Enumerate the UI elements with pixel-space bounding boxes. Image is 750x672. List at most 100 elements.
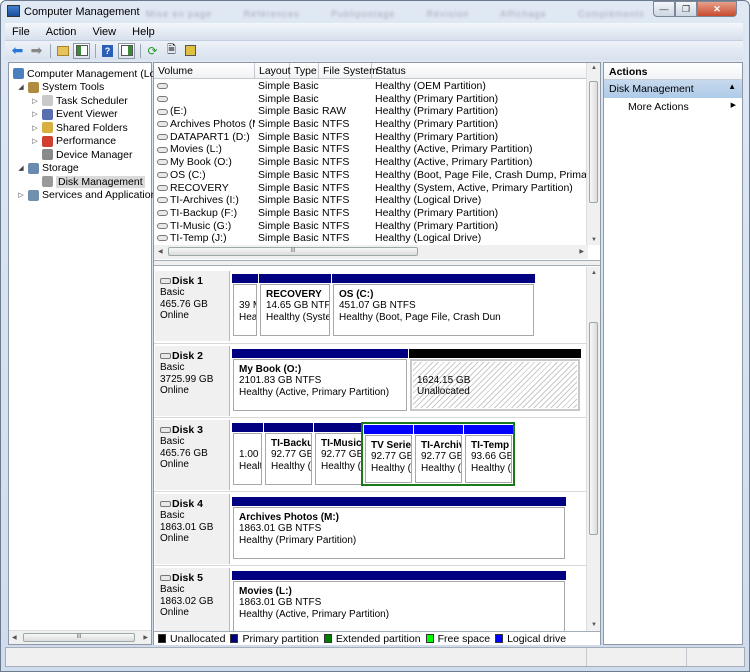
volume-row[interactable]: Archives Photos (M:)SimpleBasicNTFS Healt…: [154, 118, 588, 131]
partition-primary[interactable]: Movies (L:) 1863.01 GB NTFS Healthy (Activ…: [232, 571, 566, 631]
volume-row[interactable]: OS (C:) Simple Basic NTFS Healthy (Boot, Pag…: [154, 169, 588, 182]
tree-item-storage[interactable]: ◢ Storage: [17, 162, 78, 175]
expand-icon[interactable]: ▷: [31, 110, 39, 118]
cell-layout: Simple: [258, 181, 290, 194]
disk-info[interactable]: Disk 3 Basic 465.76 GB Online: [155, 420, 230, 490]
partition-type-bar: [332, 274, 535, 283]
column-header-layout[interactable]: Layout: [255, 63, 291, 78]
tree-item-event-viewer[interactable]: ▷ Event Viewer: [31, 108, 117, 121]
scrollbar-thumb[interactable]: III: [23, 633, 135, 642]
column-header-file-system[interactable]: File System: [319, 63, 378, 78]
scroll-up-icon[interactable]: ▲: [591, 270, 597, 276]
menu-file[interactable]: File: [5, 23, 36, 38]
expand-icon[interactable]: ▷: [31, 124, 39, 132]
help-button[interactable]: ?: [99, 43, 116, 59]
volume-row[interactable]: TI-Archives (I:) Simple Basic NTFS Healthy (…: [154, 194, 588, 207]
forward-button[interactable]: ➡: [28, 42, 45, 59]
partition-primary[interactable]: RECOVERY14.65 GB NTFSHealthy (System, Ac…: [259, 274, 331, 336]
cell-status: Healthy (OEM Partition): [375, 80, 486, 92]
scroll-left-icon[interactable]: ◀: [158, 248, 163, 255]
disk-info[interactable]: Disk 4 Basic 1863.01 GB Online: [155, 494, 230, 564]
disk-info[interactable]: Disk 5 Basic 1863.02 GB Online: [155, 568, 230, 631]
volume-drive-icon: [157, 95, 168, 102]
collapse-up-icon[interactable]: ▲: [728, 82, 736, 91]
volume-row[interactable]: TI-Music (G:) Simple Basic NTFS Healthy (Pri…: [154, 220, 588, 233]
menu-help[interactable]: Help: [125, 23, 161, 38]
column-header-type[interactable]: Type: [290, 63, 319, 78]
device-manager-icon: [42, 149, 53, 160]
actions-section-disk-management[interactable]: Disk Management ▲: [604, 80, 742, 98]
close-button[interactable]: ✕: [697, 1, 737, 17]
volume-row[interactable]: DATAPART1 (D:) Simple Basic NTFS Healthy (Pr…: [154, 131, 588, 144]
column-header-status[interactable]: Status: [372, 63, 588, 78]
tree-item-disk-management[interactable]: Disk Management: [31, 175, 145, 188]
back-button[interactable]: ⬅: [9, 42, 26, 59]
tree-item-shared-folders[interactable]: ▷ Shared Folders: [31, 121, 128, 134]
show-hide-action-pane-button[interactable]: [118, 42, 135, 59]
tree-item-computer-management-local[interactable]: Computer Management (Local: [13, 67, 169, 80]
expand-icon[interactable]: ▷: [31, 97, 39, 105]
export-list-button[interactable]: [182, 43, 199, 59]
scroll-down-icon[interactable]: ▼: [591, 622, 597, 628]
scrollbar-thumb[interactable]: [589, 81, 598, 203]
volume-row[interactable]: TI-Backup (F:) Simple Basic NTFS Healthy (Pr…: [154, 207, 588, 220]
volume-row[interactable]: TI-Temp (J:) Simple Basic NTFS Healthy (Logi…: [154, 232, 588, 245]
scroll-right-icon[interactable]: ▶: [579, 248, 584, 255]
restore-button[interactable]: ❐: [675, 1, 697, 17]
disk-info[interactable]: Disk 1 Basic 465.76 GB Online: [155, 271, 230, 341]
volume-row[interactable]: (E:) Simple Basic RAW Healthy (Primary Parti…: [154, 105, 588, 118]
show-hide-console-tree-button[interactable]: [73, 42, 90, 59]
collapse-icon[interactable]: ◢: [17, 83, 25, 91]
up-folder-button[interactable]: [54, 43, 71, 59]
disk-view-vertical-scrollbar[interactable]: ▲ ▼: [586, 267, 600, 631]
more-actions-item[interactable]: More Actions ▶: [604, 98, 742, 114]
partition-size: 1624.15 GB: [417, 375, 471, 386]
partition-primary[interactable]: TI-Backup (F:)92.77 GB NTFSHealthy (Prim…: [264, 423, 313, 485]
submenu-arrow-icon: ▶: [730, 102, 736, 109]
pane-splitter[interactable]: [154, 260, 600, 266]
cell-volume: Archives Photos (M:): [154, 118, 255, 131]
partition-unallocated[interactable]: 1624.15 GB Unallocated: [409, 349, 581, 411]
volume-row[interactable]: RECOVERY Simple Basic NTFS Healthy (System, …: [154, 182, 588, 195]
partition-status: Healthy (Boot, Page File, Crash Dun: [339, 311, 501, 323]
legend-item-primary-partition: Primary partition: [230, 633, 319, 645]
partition-primary[interactable]: 39 MBHealthy: [232, 274, 258, 336]
volume-list-vertical-scrollbar[interactable]: ▲ ▼: [586, 63, 600, 245]
tree-item-system-tools[interactable]: ◢ System Tools: [17, 81, 104, 94]
cell-layout: Simple: [258, 168, 290, 181]
minimize-button[interactable]: —: [653, 1, 675, 17]
scrollbar-thumb[interactable]: [589, 322, 598, 535]
column-header-volume[interactable]: Volume: [154, 63, 255, 78]
volume-list-horizontal-scrollbar[interactable]: ◀ III ▶: [154, 245, 588, 259]
volume-drive-icon: [157, 222, 168, 229]
menu-view[interactable]: View: [85, 23, 122, 38]
tree-item-services-and-applications[interactable]: ▷ Services and Applications: [17, 189, 161, 202]
scroll-down-icon[interactable]: ▼: [591, 237, 597, 243]
properties-button[interactable]: 🗎: [163, 43, 180, 59]
tree-item-task-scheduler[interactable]: ▷ Task Scheduler: [31, 94, 128, 107]
partition-primary[interactable]: 1.00 GBHealthy: [232, 423, 263, 485]
tree-item-device-manager[interactable]: Device Manager: [31, 148, 132, 161]
scroll-left-icon[interactable]: ◀: [12, 634, 17, 641]
volume-row[interactable]: Movies (L:) Simple Basic NTFS Healthy (Activ…: [154, 143, 588, 156]
scroll-right-icon[interactable]: ▶: [143, 634, 148, 641]
volume-row[interactable]: Simple Basic Healthy (Primary Partition): [154, 93, 588, 106]
volume-row[interactable]: My Book (O:) Simple Basic NTFS Healthy (Acti…: [154, 156, 588, 169]
scrollbar-thumb[interactable]: III: [168, 247, 418, 256]
partition-primary[interactable]: TI-Music (G:)92.77 GB NTFSHealthy (Prima…: [314, 423, 363, 485]
collapse-icon[interactable]: ◢: [17, 164, 25, 172]
menu-action[interactable]: Action: [39, 23, 83, 38]
tree-item-performance[interactable]: ▷ Performance: [31, 135, 116, 148]
partition-primary[interactable]: My Book (O:) 2101.83 GB NTFS Healthy (Acti…: [232, 349, 408, 411]
disk-info[interactable]: Disk 2 Basic 3725.99 GB Online: [155, 346, 230, 416]
refresh-button[interactable]: ⟳: [144, 43, 161, 59]
volume-row[interactable]: Simple Basic Healthy (OEM Partition): [154, 80, 588, 93]
partition-type-bar: [314, 423, 363, 432]
expand-icon[interactable]: ▷: [31, 137, 39, 145]
partition-primary[interactable]: OS (C:) 451.07 GB NTFS Healthy (Boot, Page…: [332, 274, 535, 336]
forward-arrow-icon: ➡: [30, 42, 43, 58]
expand-icon[interactable]: ▷: [17, 191, 25, 199]
scroll-up-icon[interactable]: ▲: [591, 65, 597, 71]
tree-horizontal-scrollbar[interactable]: ◀ III ▶: [9, 630, 151, 644]
partition-primary[interactable]: Archives Photos (M:) 1863.01 GB NTFS Healt…: [232, 497, 566, 559]
